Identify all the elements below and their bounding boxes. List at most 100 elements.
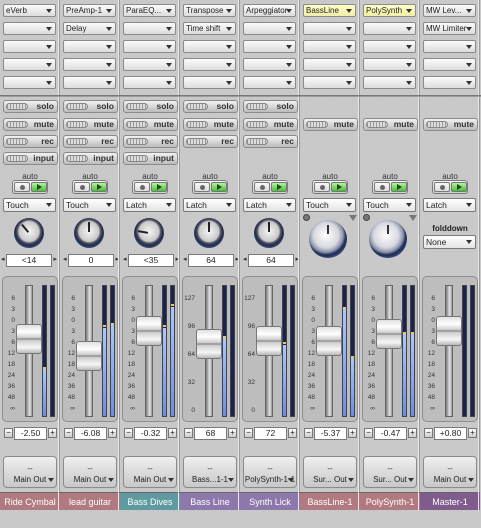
automation-mode-select[interactable]: Latch xyxy=(123,198,176,212)
insert-slot[interactable] xyxy=(423,58,476,71)
insert-slot[interactable] xyxy=(3,58,56,71)
rec-button[interactable]: rec xyxy=(63,135,118,148)
play-icon[interactable] xyxy=(31,182,47,192)
solo-button[interactable]: solo xyxy=(3,100,58,113)
rec-button[interactable]: rec xyxy=(123,135,178,148)
insert-slot[interactable] xyxy=(123,58,176,71)
channel-name[interactable]: PolySynth-1 xyxy=(360,492,420,510)
plus-button[interactable]: + xyxy=(468,428,477,438)
mute-button[interactable]: mute xyxy=(183,118,238,131)
minus-button[interactable]: − xyxy=(184,428,193,438)
volume-value[interactable]: 68 xyxy=(194,427,227,440)
insert-slot[interactable] xyxy=(423,76,476,89)
record-icon[interactable] xyxy=(74,182,90,192)
input-button[interactable]: input xyxy=(63,152,118,165)
play-icon[interactable] xyxy=(451,182,467,192)
automation-mode-select[interactable]: Touch xyxy=(363,198,416,212)
solo-button[interactable]: solo xyxy=(243,100,298,113)
fader-handle[interactable] xyxy=(316,325,342,356)
insert-slot[interactable] xyxy=(303,22,356,35)
mute-button[interactable]: mute xyxy=(3,118,58,131)
plus-button[interactable]: + xyxy=(408,428,417,438)
record-icon[interactable] xyxy=(314,182,330,192)
volume-value[interactable]: -2.50 xyxy=(14,427,47,440)
insert-slot[interactable]: Delay xyxy=(63,22,116,35)
fader-handle[interactable] xyxy=(256,325,282,356)
rec-button[interactable]: rec xyxy=(243,135,298,148)
output-route-select[interactable]: -- Sur... Out xyxy=(363,456,417,488)
volume-value[interactable]: 72 xyxy=(254,427,287,440)
minus-button[interactable]: − xyxy=(424,428,433,438)
send-dot-icon[interactable] xyxy=(363,214,370,221)
insert-slot[interactable] xyxy=(303,58,356,71)
fader-handle[interactable] xyxy=(196,328,222,359)
mute-button[interactable]: mute xyxy=(423,118,478,131)
plus-button[interactable]: + xyxy=(348,428,357,438)
pan-knob[interactable] xyxy=(14,218,44,248)
play-icon[interactable] xyxy=(391,182,407,192)
pan-value[interactable]: 0 xyxy=(63,254,119,267)
input-button[interactable]: input xyxy=(123,152,178,165)
pan-knob[interactable] xyxy=(194,218,224,248)
output-route-select[interactable]: -- Main Out xyxy=(123,456,177,488)
insert-slot[interactable] xyxy=(123,22,176,35)
insert-slot[interactable] xyxy=(3,76,56,89)
insert-slot[interactable]: MW Lev... xyxy=(423,4,476,17)
record-icon[interactable] xyxy=(134,182,150,192)
surround-panner-knob[interactable] xyxy=(369,220,407,258)
insert-slot[interactable]: Arpeggiator xyxy=(243,4,296,17)
output-route-select[interactable]: -- Sur... Out xyxy=(303,456,357,488)
triangle-down-icon[interactable] xyxy=(409,215,417,221)
solo-button[interactable]: solo xyxy=(63,100,118,113)
fader-handle[interactable] xyxy=(76,341,102,372)
insert-slot[interactable] xyxy=(3,22,56,35)
plus-button[interactable]: + xyxy=(108,428,117,438)
minus-button[interactable]: − xyxy=(64,428,73,438)
minus-button[interactable]: − xyxy=(244,428,253,438)
insert-slot[interactable]: Time shift xyxy=(183,22,236,35)
insert-slot[interactable] xyxy=(363,22,416,35)
channel-name[interactable]: Bass Line xyxy=(180,492,240,510)
automation-mode-select[interactable]: Touch xyxy=(63,198,116,212)
insert-slot[interactable] xyxy=(243,22,296,35)
insert-slot[interactable]: MW Limiter xyxy=(423,22,476,35)
plus-button[interactable]: + xyxy=(48,428,57,438)
insert-slot[interactable] xyxy=(423,40,476,53)
fader-handle[interactable] xyxy=(436,315,462,346)
insert-slot[interactable] xyxy=(3,40,56,53)
play-icon[interactable] xyxy=(151,182,167,192)
pan-value[interactable]: 64 xyxy=(243,254,299,267)
channel-name[interactable]: BassLine-1 xyxy=(300,492,360,510)
play-icon[interactable] xyxy=(331,182,347,192)
insert-slot[interactable] xyxy=(243,76,296,89)
pan-knob[interactable] xyxy=(74,218,104,248)
fader-handle[interactable] xyxy=(376,318,402,349)
volume-value[interactable]: +0.80 xyxy=(434,427,467,440)
output-route-select[interactable]: -- Bass...1-1 xyxy=(183,456,237,488)
insert-slot[interactable] xyxy=(363,40,416,53)
minus-button[interactable]: − xyxy=(304,428,313,438)
insert-slot[interactable] xyxy=(63,76,116,89)
minus-button[interactable]: − xyxy=(124,428,133,438)
plus-button[interactable]: + xyxy=(228,428,237,438)
insert-slot[interactable]: ParaEQ... xyxy=(123,4,176,17)
volume-value[interactable]: -0.32 xyxy=(134,427,167,440)
output-route-select[interactable]: -- Main Out xyxy=(3,456,57,488)
record-icon[interactable] xyxy=(434,182,450,192)
insert-slot[interactable]: Transpose xyxy=(183,4,236,17)
minus-button[interactable]: − xyxy=(4,428,13,438)
insert-slot[interactable] xyxy=(243,58,296,71)
solo-button[interactable]: solo xyxy=(123,100,178,113)
insert-slot[interactable] xyxy=(63,58,116,71)
play-icon[interactable] xyxy=(211,182,227,192)
insert-slot[interactable] xyxy=(183,58,236,71)
insert-slot[interactable] xyxy=(303,40,356,53)
channel-name[interactable]: Ride Cymbal xyxy=(0,492,60,510)
volume-value[interactable]: -6.08 xyxy=(74,427,107,440)
plus-button[interactable]: + xyxy=(288,428,297,438)
automation-mode-select[interactable]: Latch xyxy=(243,198,296,212)
mute-button[interactable]: mute xyxy=(303,118,358,131)
send-dot-icon[interactable] xyxy=(303,214,310,221)
automation-mode-select[interactable]: Touch xyxy=(3,198,56,212)
pan-value[interactable]: <14 xyxy=(1,254,57,267)
